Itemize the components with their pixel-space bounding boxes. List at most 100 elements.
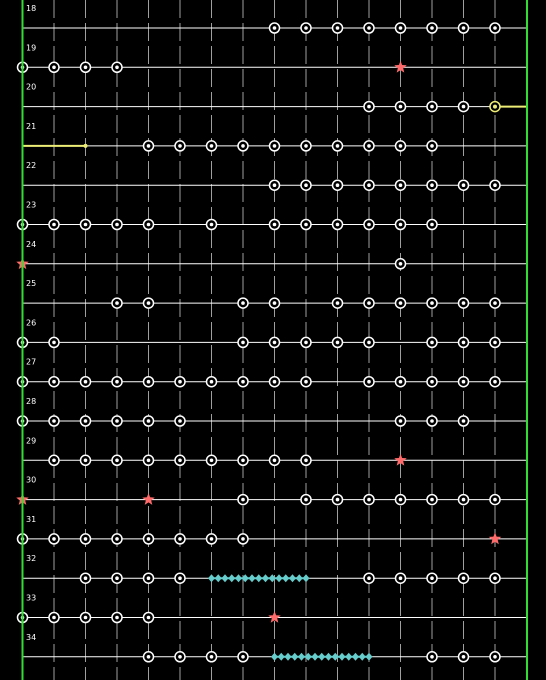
tap-note-center: [430, 379, 434, 384]
drag-diamond[interactable]: [365, 652, 373, 661]
tap-note-center: [83, 65, 88, 70]
drag-diamond[interactable]: [352, 652, 359, 661]
tap-note-center: [272, 458, 277, 463]
drag-diamond[interactable]: [282, 574, 290, 583]
tap-note-center: [209, 379, 214, 384]
tap-note-center: [398, 379, 403, 384]
drag-diamond[interactable]: [318, 652, 326, 661]
drag-diamond[interactable]: [325, 652, 332, 661]
tap-note-center: [398, 301, 403, 305]
note-field[interactable]: 18 19 20 21 22 23 24 25 26 27 28 29 30 31 32 33 34: [0, 0, 546, 680]
drag-diamond[interactable]: [284, 652, 292, 661]
measure-number: 28: [26, 397, 36, 406]
chart-editor-playfield[interactable]: 18 19 20 21 22 23 24 25 26 27 28 29 30 31 32 33 34: [0, 0, 546, 680]
drag-diamond[interactable]: [255, 574, 263, 583]
drag-diamond[interactable]: [277, 652, 285, 661]
tap-note-center: [367, 104, 371, 109]
tap-note-center: [146, 379, 151, 384]
tap-note-center: [272, 144, 277, 148]
drag-diamond[interactable]: [208, 574, 215, 583]
tap-note-center: [493, 576, 497, 580]
tap-note-center: [430, 183, 434, 187]
drag-diamond[interactable]: [295, 574, 303, 583]
tap-note-center: [335, 340, 340, 345]
tap-note-center: [115, 222, 119, 227]
tap-note-center: [241, 458, 245, 463]
hold-note-center: [493, 104, 497, 109]
tap-note-center: [52, 419, 56, 423]
measure-number: 22: [26, 161, 36, 170]
measure-number: 20: [26, 83, 36, 92]
tap-note-center: [115, 615, 119, 620]
tap-note-center: [146, 144, 151, 148]
measure-number: 19: [26, 43, 36, 52]
drag-diamond[interactable]: [214, 574, 222, 583]
tap-note-center: [367, 379, 371, 384]
tap-note-center: [52, 222, 56, 227]
measure-number: 34: [26, 633, 36, 642]
measure-number: 33: [26, 594, 36, 603]
tap-note-center: [430, 104, 434, 109]
tap-note-center: [146, 615, 151, 620]
drag-diamond[interactable]: [345, 652, 353, 661]
drag-diamond[interactable]: [235, 574, 242, 583]
drag-diamond[interactable]: [302, 574, 310, 583]
drag-diamond[interactable]: [271, 652, 278, 661]
drag-diamond[interactable]: [221, 574, 229, 583]
drag-diamond[interactable]: [262, 574, 269, 583]
tap-note-center: [367, 183, 371, 187]
tap-note-center: [367, 340, 371, 345]
tap-note-center: [52, 615, 56, 620]
tap-note-center: [146, 537, 151, 541]
tap-note-center: [272, 183, 277, 187]
tap-note-center: [398, 104, 403, 109]
drag-diamond[interactable]: [338, 652, 346, 661]
tap-note-center: [367, 497, 371, 502]
drag-diamond[interactable]: [291, 652, 299, 661]
tap-note-center: [178, 379, 182, 384]
tap-note-center: [83, 615, 88, 620]
drag-diamond[interactable]: [289, 574, 296, 583]
tap-note-center: [335, 26, 340, 30]
tap-note-center: [178, 537, 182, 541]
drag-diamond[interactable]: [248, 574, 256, 583]
tap-note-center: [304, 144, 308, 148]
tap-note-center: [115, 419, 119, 423]
tap-note-center: [83, 419, 88, 423]
tap-note-center: [209, 537, 214, 541]
drag-diamond[interactable]: [311, 652, 319, 661]
tap-note-center: [398, 183, 403, 187]
measure-number: 25: [26, 279, 36, 288]
tap-note-center: [241, 379, 245, 384]
tap-note-center: [146, 301, 151, 305]
tap-note-center: [304, 458, 308, 463]
hold-end[interactable]: [83, 143, 88, 148]
measure-number: 32: [26, 554, 36, 563]
tap-note-center: [335, 301, 340, 305]
tap-note-center: [430, 26, 434, 30]
tap-note-center: [398, 576, 403, 580]
tap-note-center: [304, 497, 308, 502]
tap-note-center: [272, 301, 277, 305]
tap-note-center: [335, 222, 340, 227]
drag-diamond[interactable]: [358, 652, 366, 661]
tap-note-center: [304, 379, 308, 384]
tap-note-center: [430, 655, 434, 659]
tap-note-center: [115, 537, 119, 541]
tap-note-center: [398, 26, 403, 30]
tap-note-center: [178, 655, 182, 659]
tap-note-center: [493, 183, 497, 187]
tap-note-center: [272, 26, 277, 30]
tap-note-center: [398, 144, 403, 148]
tap-note-center: [461, 104, 466, 109]
measure-number: 24: [26, 240, 36, 249]
tap-note-center: [178, 458, 182, 463]
mine-star[interactable]: [142, 493, 155, 505]
drag-diamond[interactable]: [275, 574, 283, 583]
measure-number: 30: [26, 476, 36, 485]
tap-note-center: [52, 340, 56, 345]
drag-diamond[interactable]: [228, 574, 236, 583]
drag-diamond[interactable]: [298, 652, 305, 661]
measure-number: 26: [26, 318, 36, 327]
tap-note-center: [304, 340, 308, 345]
